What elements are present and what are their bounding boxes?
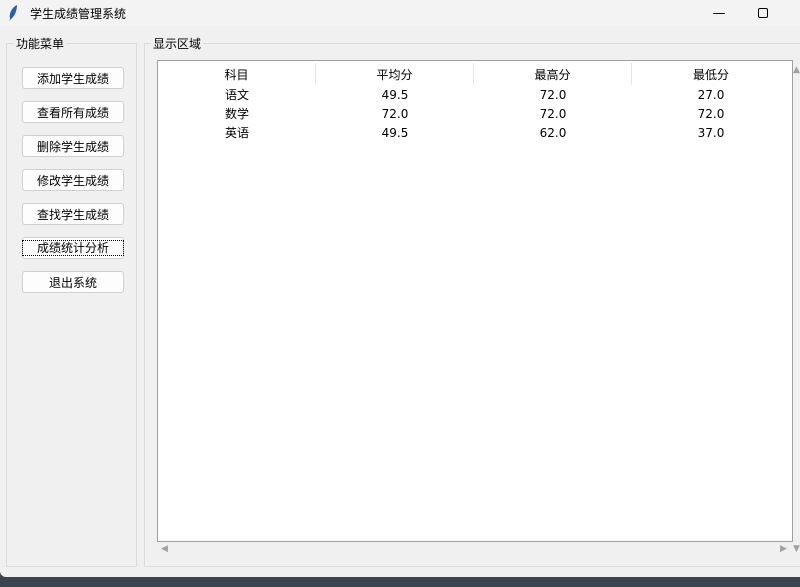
scores-table[interactable]: 科目 平均分 最高分 最低分 语文 49.5 72.0 27.0 数学 72.0 72.0 7… xyxy=(157,60,793,542)
table-cell: 72.0 xyxy=(539,87,567,102)
table-cell: 49.5 xyxy=(381,125,409,140)
table-cell: 72.0 xyxy=(381,106,409,121)
maximize-icon xyxy=(758,8,768,18)
button-label: 修改学生成绩 xyxy=(36,173,109,188)
scroll-up-icon[interactable]: ▲ xyxy=(793,65,800,75)
scroll-down-icon[interactable]: ▼ xyxy=(793,544,800,554)
button-label: 查找学生成绩 xyxy=(36,207,109,222)
title-bar: 学生成绩管理系统 — xyxy=(0,0,800,26)
main-window: 学生成绩管理系统 — 功能菜单 添加学生成绩 查看所有成绩 删除学生成绩 修改学… xyxy=(0,0,800,577)
search-score-button[interactable]: 查找学生成绩 xyxy=(22,203,124,225)
table-cell: 数学 xyxy=(224,107,249,121)
button-label: 添加学生成绩 xyxy=(36,71,109,86)
table-cell: 72.0 xyxy=(697,106,725,121)
delete-score-button[interactable]: 删除学生成绩 xyxy=(22,135,124,157)
button-label: 成绩统计分析 xyxy=(22,240,124,256)
table-cell: 英语 xyxy=(224,126,249,140)
minimize-button[interactable]: — xyxy=(696,0,742,26)
display-frame-label: 显示区域 xyxy=(151,35,204,52)
statistics-button[interactable]: 成绩统计分析 xyxy=(22,237,124,259)
column-header-subject[interactable]: 科目 xyxy=(158,63,316,85)
scroll-right-icon[interactable]: ▶ xyxy=(780,544,787,554)
table-cell: 27.0 xyxy=(697,87,725,102)
table-cell: 语文 xyxy=(224,88,249,102)
table-cell: 72.0 xyxy=(539,106,567,121)
minimize-icon: — xyxy=(712,5,726,21)
table-cell: 49.5 xyxy=(381,87,409,102)
column-header-average[interactable]: 平均分 xyxy=(316,63,474,85)
maximize-button[interactable] xyxy=(740,0,786,26)
column-header-min[interactable]: 最低分 xyxy=(632,63,790,85)
button-label: 查看所有成绩 xyxy=(36,105,109,120)
exit-button[interactable]: 退出系统 xyxy=(22,271,124,293)
feather-icon xyxy=(9,5,17,21)
scroll-left-icon[interactable]: ◀ xyxy=(161,544,168,554)
table-cell: 37.0 xyxy=(697,125,725,140)
edit-score-button[interactable]: 修改学生成绩 xyxy=(22,169,124,191)
button-label: 删除学生成绩 xyxy=(36,139,109,154)
column-header-max[interactable]: 最高分 xyxy=(474,63,632,85)
add-score-button[interactable]: 添加学生成绩 xyxy=(22,67,124,89)
table-cell: 62.0 xyxy=(539,125,567,140)
menu-frame-label: 功能菜单 xyxy=(14,35,67,52)
button-label: 退出系统 xyxy=(48,275,97,290)
window-title: 学生成绩管理系统 xyxy=(30,7,127,21)
view-all-scores-button[interactable]: 查看所有成绩 xyxy=(22,101,124,123)
